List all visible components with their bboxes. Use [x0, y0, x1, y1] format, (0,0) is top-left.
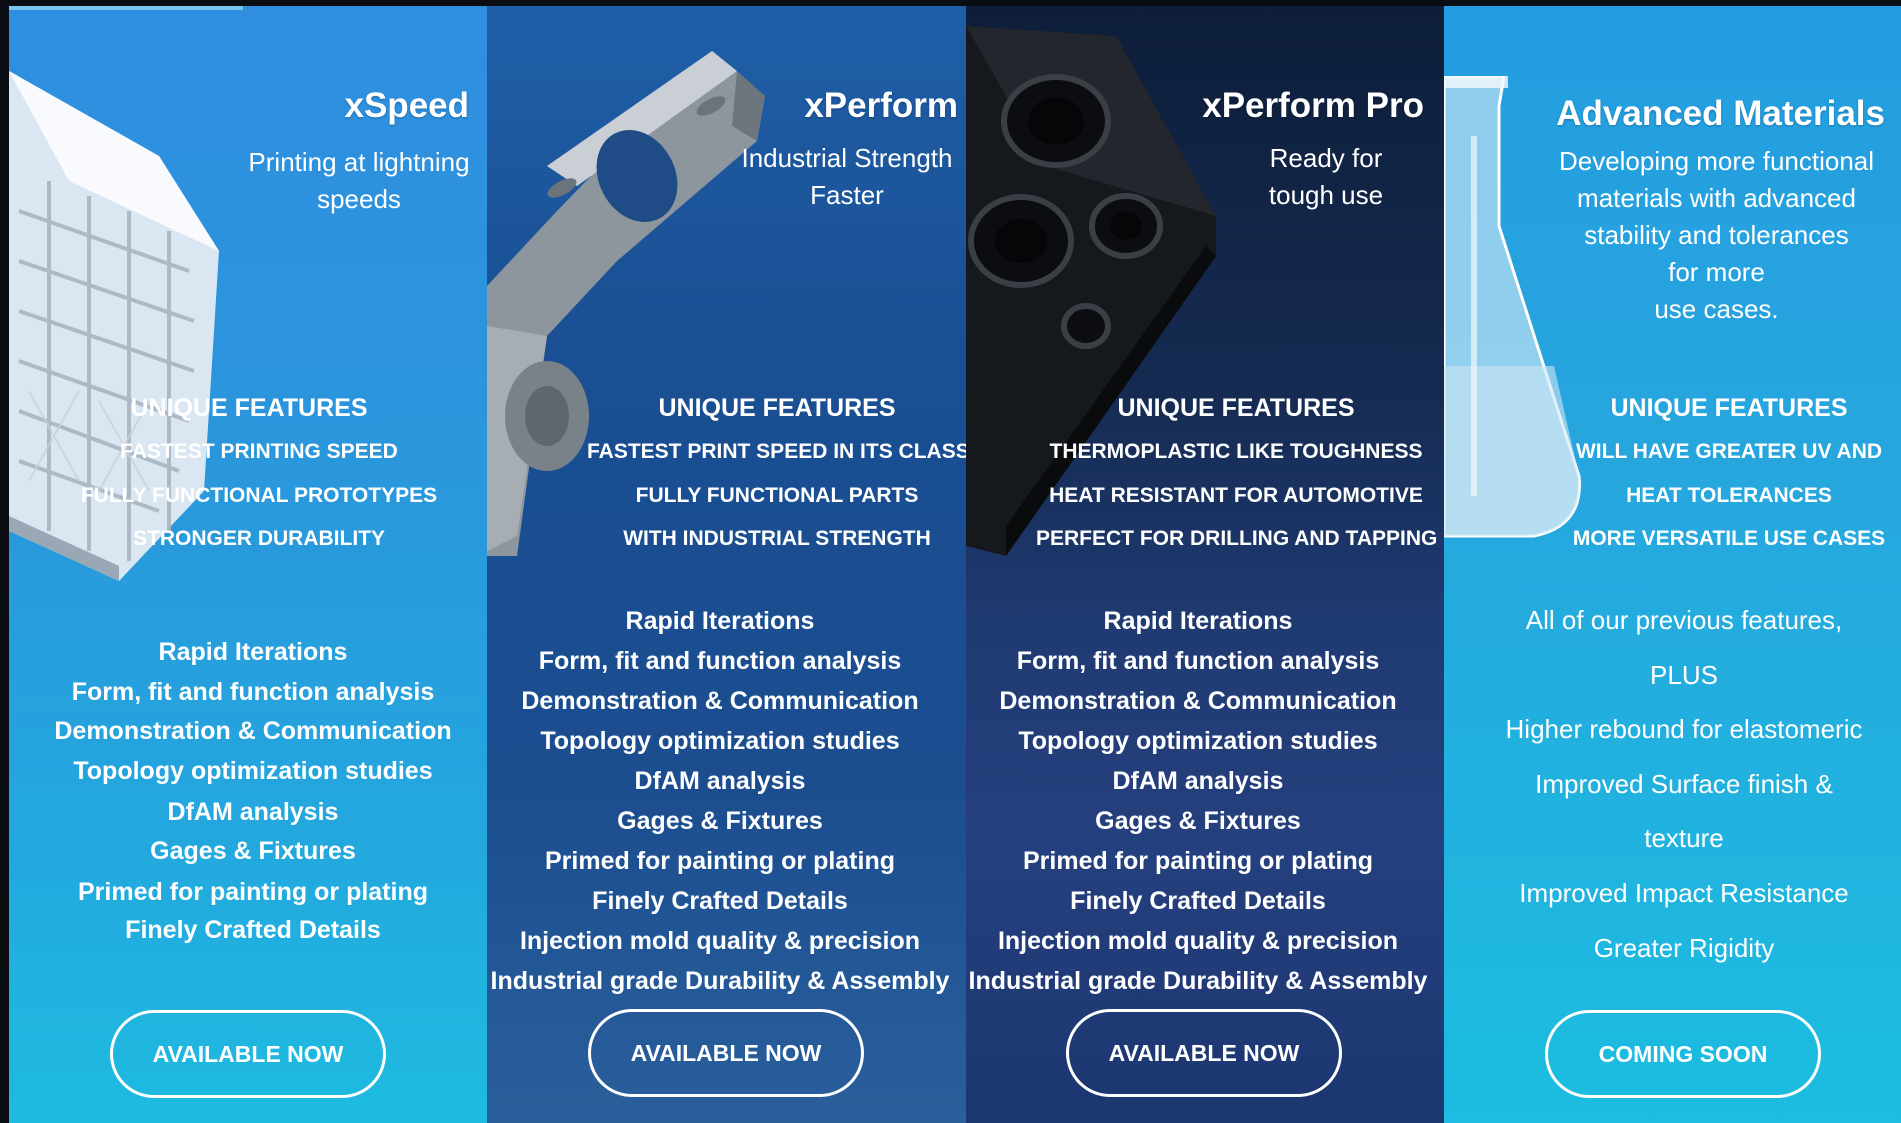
feature-item: HEAT RESISTANT FOR AUTOMOTIVE	[1049, 484, 1423, 507]
benefit-item: PLUS	[1650, 660, 1718, 690]
tagline-line: Faster	[810, 180, 884, 210]
benefit-item: DfAM analysis	[167, 798, 339, 826]
product-tagline: Developing more functional materials wit…	[1539, 143, 1894, 328]
benefit-item: Form, fit and function analysis	[538, 647, 902, 675]
benefit-item: texture	[1644, 823, 1724, 853]
benefit-item: DfAM analysis	[634, 767, 806, 795]
benefit-item: Rapid Iterations	[1103, 607, 1293, 635]
product-lineup: xSpeed Printing at lightning speeds UNIQ…	[0, 0, 1901, 1123]
available-now-button[interactable]: AVAILABLE NOW	[588, 1009, 864, 1097]
benefit-item: Demonstration & Communication	[54, 717, 452, 745]
tagline-line: Developing more functional	[1558, 146, 1875, 176]
coming-soon-button[interactable]: COMING SOON	[1545, 1010, 1821, 1098]
tagline-line: Industrial Strength	[741, 143, 953, 173]
benefit-item: Injection mold quality & precision	[997, 927, 1399, 955]
product-card-xperform: xPerform Industrial Strength Faster UNIQ…	[487, 6, 966, 1123]
benefit-item: Topology optimization studies	[540, 727, 900, 755]
feature-item: FASTEST PRINT SPEED IN ITS CLASS	[587, 440, 966, 463]
benefit-item: Finely Crafted Details	[1070, 887, 1326, 915]
available-now-button[interactable]: AVAILABLE NOW	[1066, 1009, 1342, 1097]
tagline-line: tough use	[1268, 180, 1384, 210]
benefit-item: Primed for painting or plating	[545, 847, 895, 875]
benefit-item: Improved Surface finish &	[1535, 769, 1833, 799]
feature-item: FASTEST PRINTING SPEED	[120, 440, 398, 463]
grey-bracket-part-image	[487, 51, 765, 556]
tagline-line: stability and tolerances	[1584, 220, 1849, 250]
benefit-item: Demonstration & Communication	[999, 687, 1397, 715]
tagline-line: speeds	[317, 184, 401, 214]
benefit-item: Industrial grade Durability & Assembly	[968, 967, 1428, 995]
benefit-item: Gages & Fixtures	[1095, 807, 1301, 835]
product-card-advanced-materials: Advanced Materials Developing more funct…	[1444, 6, 1901, 1123]
tagline-line: Ready for	[1269, 143, 1383, 173]
feature-item: HEAT TOLERANCES	[1626, 484, 1832, 507]
benefit-item: Injection mold quality & precision	[519, 927, 921, 955]
tagline-line: for more	[1668, 257, 1765, 287]
benefit-item: Higher rebound for elastomeric	[1505, 714, 1863, 744]
unique-features-heading: UNIQUE FEATURES	[130, 394, 368, 422]
feature-item: PERFECT FOR DRILLING AND TAPPING	[1036, 527, 1438, 550]
product-card-xperform-pro: xPerform Pro Ready for tough use UNIQUE …	[966, 6, 1444, 1123]
product-tagline: Industrial Strength Faster	[732, 140, 962, 214]
black-manifold-part-image	[966, 26, 1216, 556]
benefit-item: Primed for painting or plating	[1023, 847, 1373, 875]
tagline-line: use cases.	[1654, 294, 1779, 324]
feature-item: FULLY FUNCTIONAL PROTOTYPES	[80, 484, 438, 507]
tagline-line: materials with advanced	[1577, 183, 1856, 213]
product-card-xspeed: xSpeed Printing at lightning speeds UNIQ…	[9, 6, 487, 1123]
feature-item: WITH INDUSTRIAL STRENGTH	[623, 527, 931, 550]
benefit-item: Primed for painting or plating	[78, 878, 428, 906]
benefit-item: Improved Impact Resistance	[1519, 878, 1849, 908]
benefit-item: Topology optimization studies	[1018, 727, 1378, 755]
benefit-item: All of our previous features,	[1525, 605, 1843, 635]
feature-item: FULLY FUNCTIONAL PARTS	[635, 484, 919, 507]
unique-features-heading: UNIQUE FEATURES	[1117, 394, 1355, 422]
benefit-item: Gages & Fixtures	[617, 807, 823, 835]
benefit-item: Form, fit and function analysis	[71, 678, 435, 706]
benefit-item: Finely Crafted Details	[592, 887, 848, 915]
product-title: Advanced Materials	[1556, 94, 1885, 133]
benefit-item: Rapid Iterations	[625, 607, 815, 635]
unique-features-heading: UNIQUE FEATURES	[1610, 394, 1848, 422]
top-accent-bar	[9, 6, 243, 10]
feature-item: STRONGER DURABILITY	[133, 527, 385, 550]
available-now-button[interactable]: AVAILABLE NOW	[110, 1010, 386, 1098]
product-title: xSpeed	[344, 86, 470, 125]
benefit-item: Demonstration & Communication	[521, 687, 919, 715]
product-tagline: Ready for tough use	[1226, 140, 1426, 214]
product-tagline: Printing at lightning speeds	[209, 144, 487, 218]
benefit-item: Greater Rigidity	[1593, 933, 1775, 963]
feature-item: MORE VERSATILE USE CASES	[1572, 527, 1886, 550]
benefit-item: Form, fit and function analysis	[1016, 647, 1380, 675]
benefit-item: Finely Crafted Details	[125, 916, 381, 944]
benefit-item: Topology optimization studies	[73, 757, 433, 785]
benefit-item: DfAM analysis	[1112, 767, 1284, 795]
benefit-item: Rapid Iterations	[158, 638, 348, 666]
product-title: xPerform Pro	[1202, 86, 1424, 125]
feature-item: WILL HAVE GREATER UV AND	[1575, 440, 1883, 463]
feature-item: THERMOPLASTIC LIKE TOUGHNESS	[1049, 440, 1423, 463]
unique-features-heading: UNIQUE FEATURES	[658, 394, 896, 422]
tagline-line: Printing at lightning	[248, 147, 470, 177]
benefit-item: Industrial grade Durability & Assembly	[490, 967, 950, 995]
benefit-item: Gages & Fixtures	[150, 837, 356, 865]
product-title: xPerform	[804, 86, 958, 125]
